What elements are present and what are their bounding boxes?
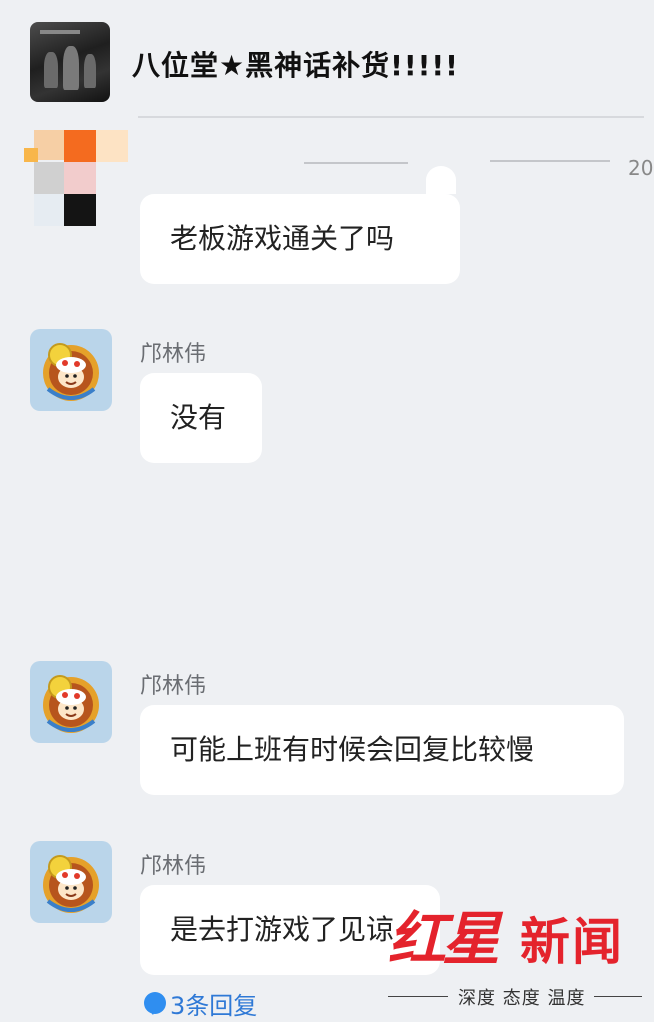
header-divider xyxy=(138,116,644,118)
user-avatar-cartoon[interactable] xyxy=(30,329,112,411)
group-title: 八位堂★黑神话补货!!!!! xyxy=(132,49,459,82)
message-bubble[interactable]: 可能上班有时候会回复比较慢 xyxy=(140,705,624,795)
chat-window: 八位堂★黑神话补货!!!!! 20 老板游戏通关了吗 邝林伟 没有 邝林伟 可能… xyxy=(14,8,653,1020)
meta-blurred xyxy=(490,160,610,162)
message-bubble[interactable]: 没有 xyxy=(140,373,262,463)
user-avatar-cartoon[interactable] xyxy=(30,841,112,923)
watermark-logo: 红星 新闻 深度 态度 温度 xyxy=(388,892,652,1018)
sender-name: 邝林伟 xyxy=(140,342,207,367)
sender-name-blurred xyxy=(304,162,408,164)
cartoon-avatar-icon xyxy=(43,855,99,913)
sender-name: 邝林伟 xyxy=(140,674,207,699)
watermark-rule-right xyxy=(594,996,642,997)
user-avatar-cartoon[interactable] xyxy=(30,661,112,743)
timestamp-fragment: 20 xyxy=(628,156,654,180)
reply-bubble-icon xyxy=(144,992,166,1015)
message-bubble[interactable]: 老板游戏通关了吗 xyxy=(140,194,460,284)
watermark-brand-news: 新闻 xyxy=(520,912,624,971)
replies-count: 3条回复 xyxy=(170,992,258,1020)
cartoon-avatar-icon xyxy=(43,675,99,733)
sender-name: 邝林伟 xyxy=(140,854,207,879)
watermark-rule-left xyxy=(388,996,448,997)
cartoon-avatar-icon xyxy=(43,343,99,401)
bubble-fragment xyxy=(426,166,456,194)
sender-avatar-blurred[interactable] xyxy=(24,130,130,230)
chat-header: 八位堂★黑神话补货!!!!! xyxy=(14,8,644,116)
watermark-brand-red: 红星 xyxy=(388,905,500,973)
watermark-tagline: 深度 态度 温度 xyxy=(458,988,586,1009)
group-avatar[interactable] xyxy=(30,22,110,102)
